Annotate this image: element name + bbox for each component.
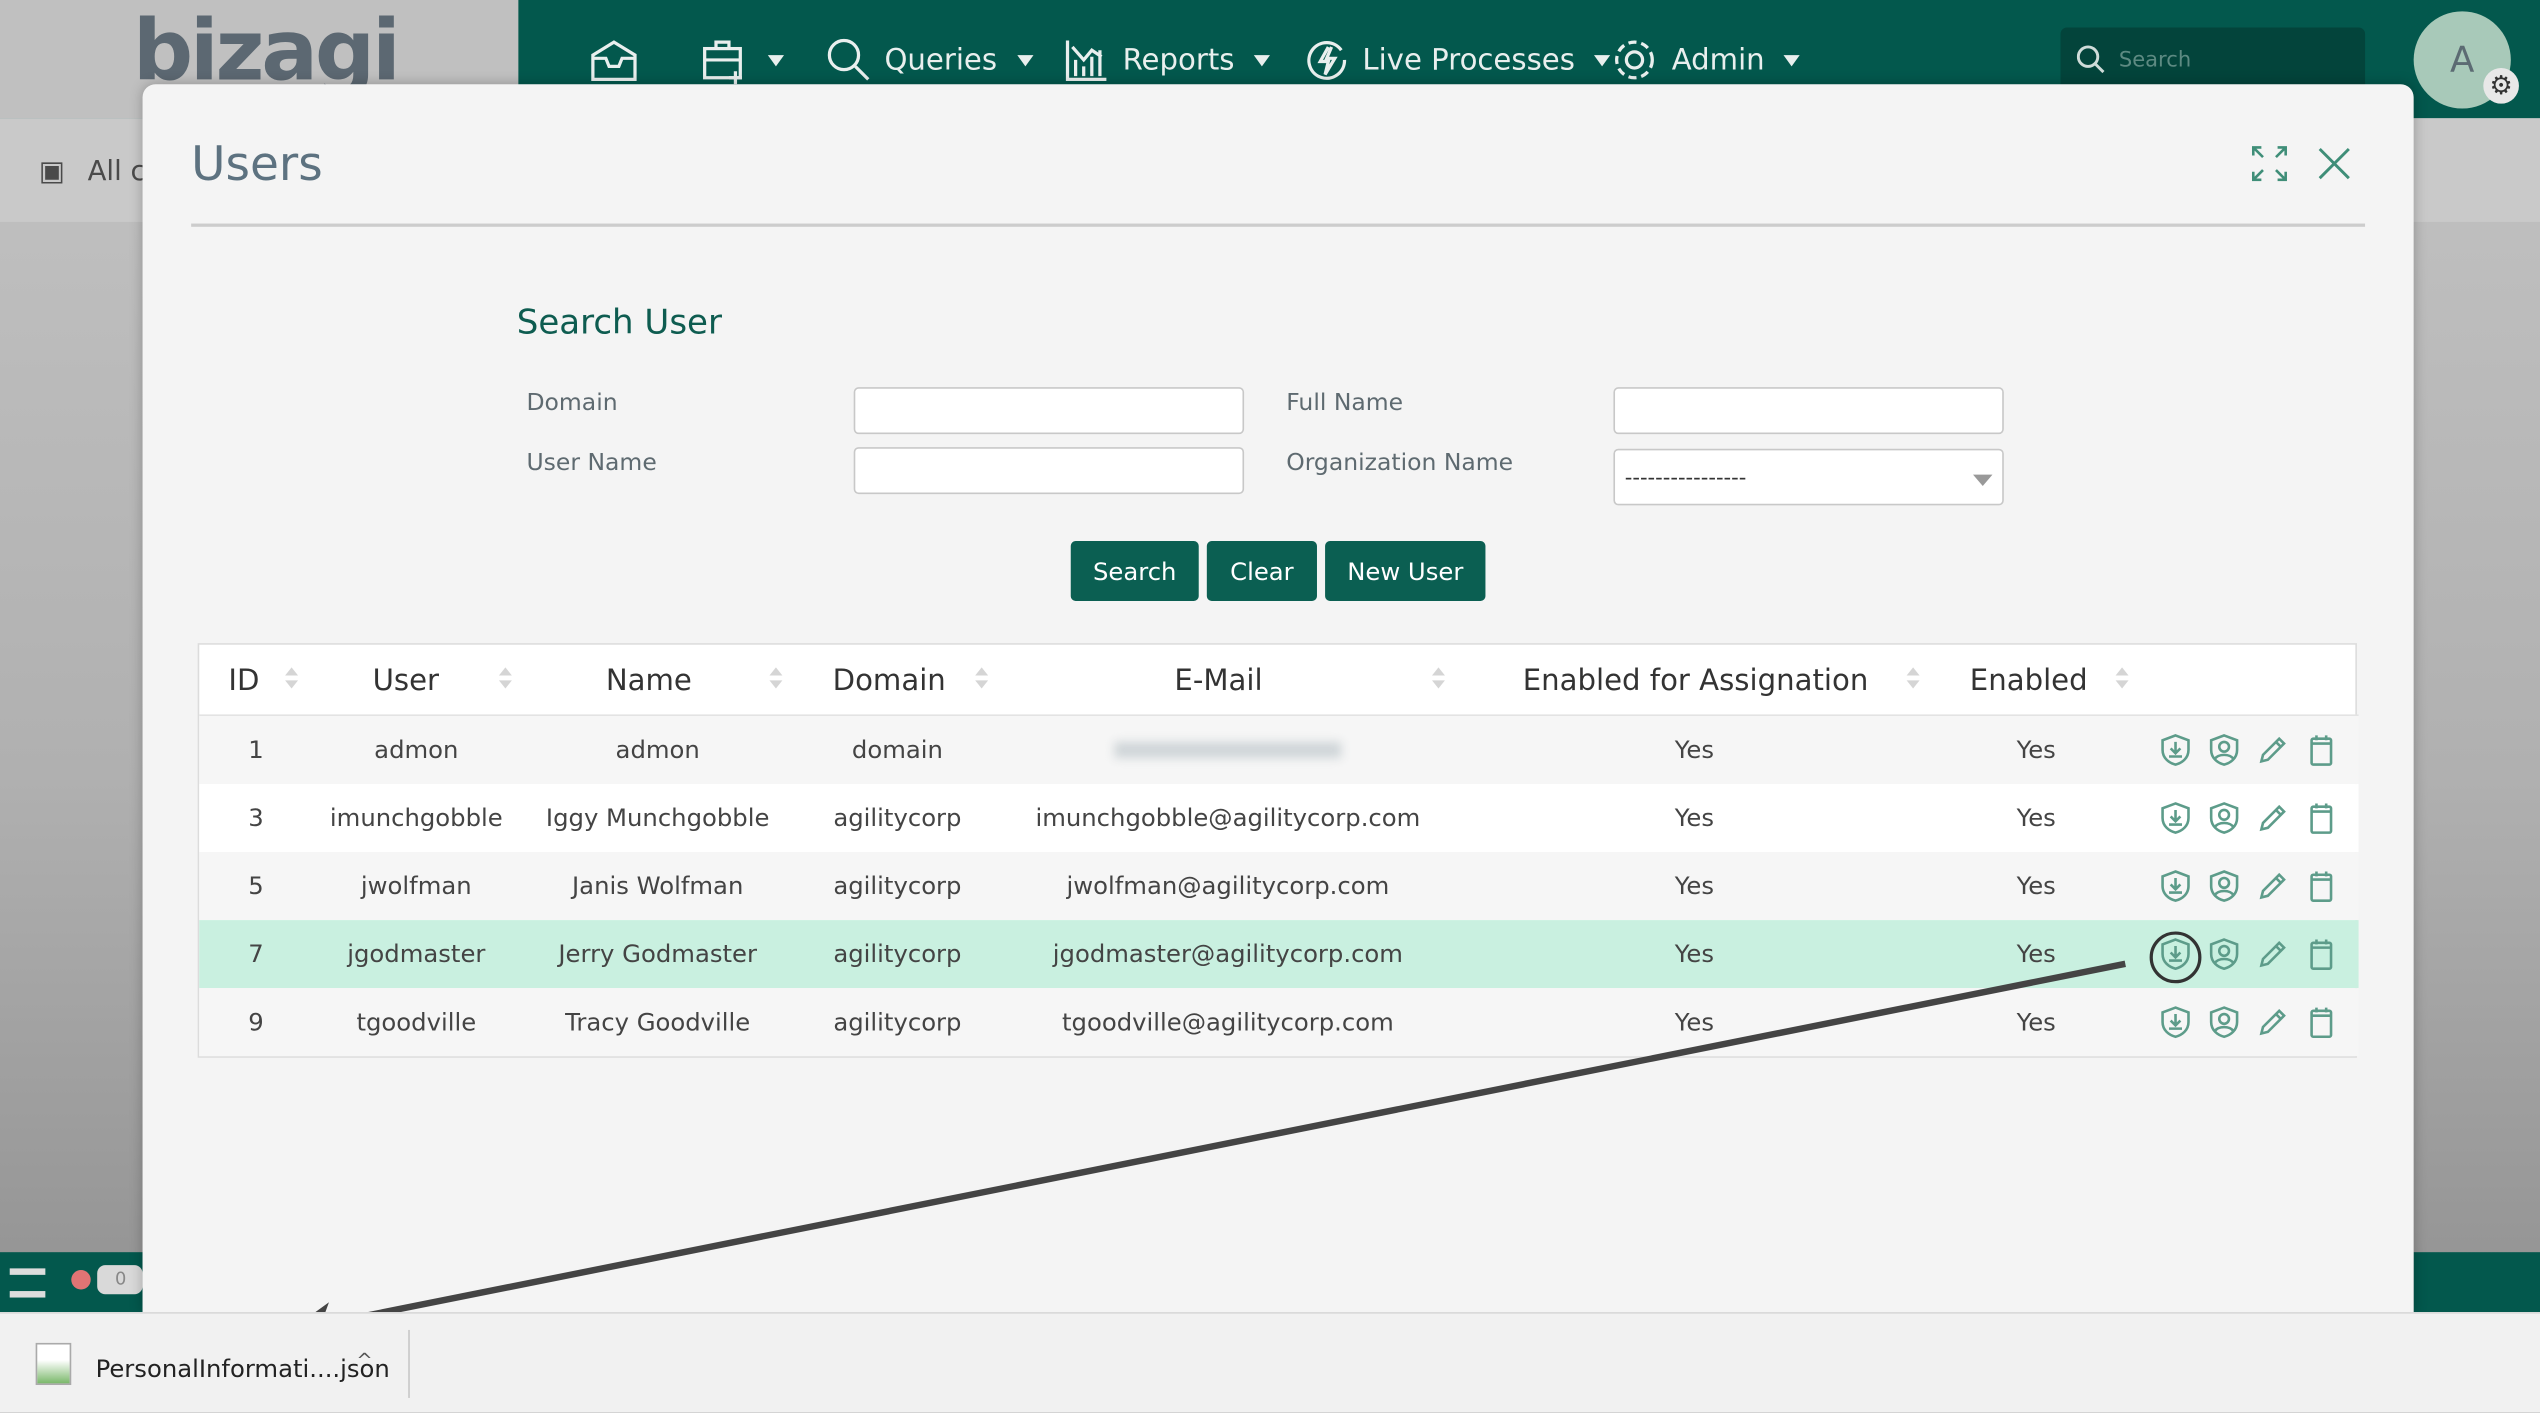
download-bar: PersonalInformati....json ^ <box>0 1312 2540 1413</box>
download-item[interactable]: PersonalInformati....json <box>96 1354 390 1383</box>
file-icon <box>35 1342 72 1386</box>
annotation-arrow <box>289 931 2202 1349</box>
arrow-line <box>310 960 2126 1330</box>
highlight-circle <box>2149 931 2202 984</box>
divider <box>408 1329 410 1398</box>
chevron-up-icon[interactable]: ^ <box>356 1349 372 1372</box>
